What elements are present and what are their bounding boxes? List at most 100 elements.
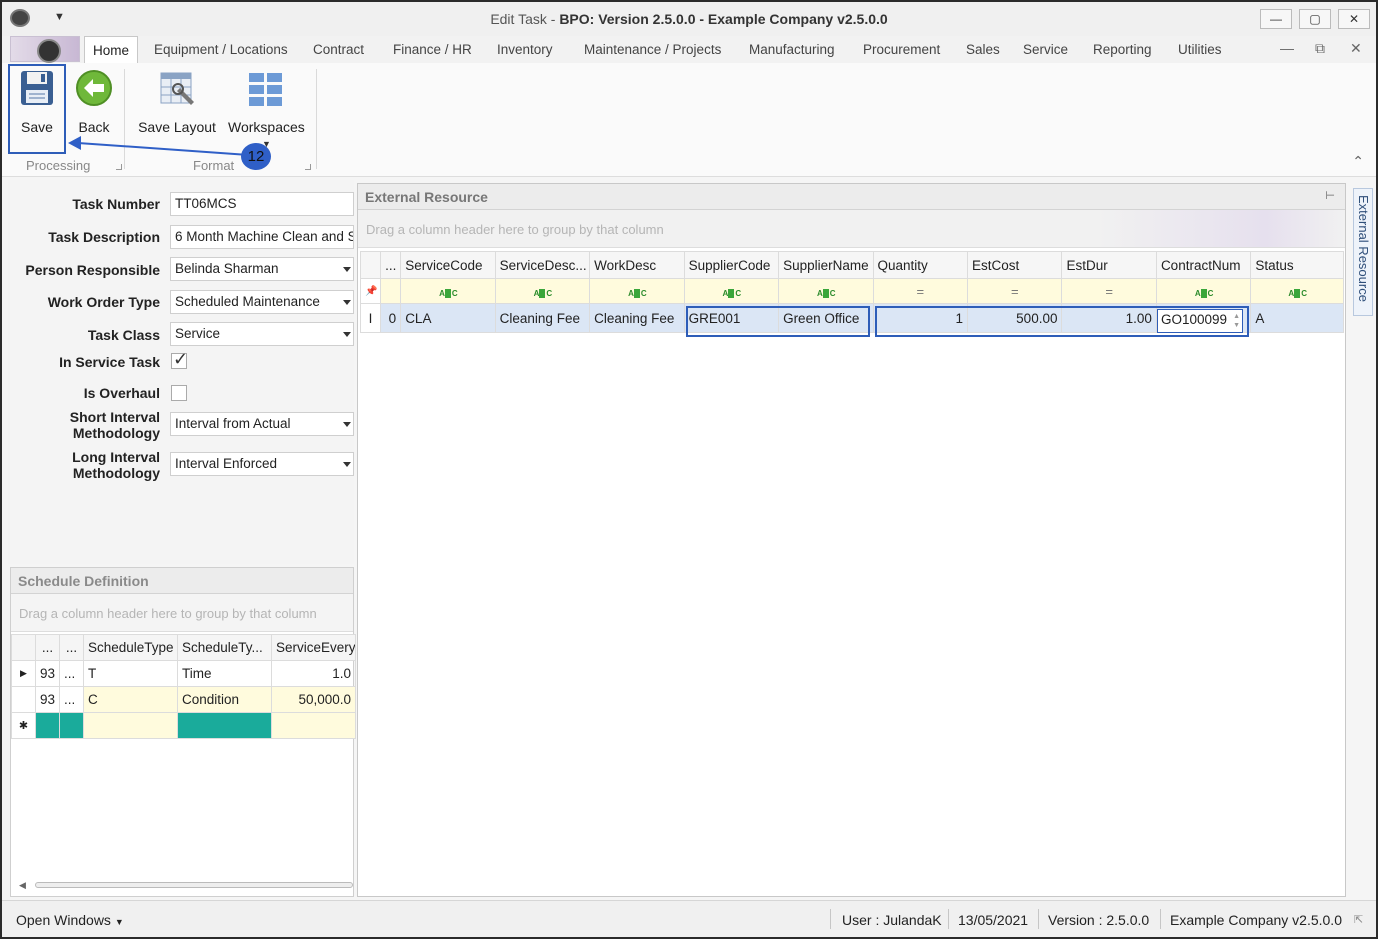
- table-cell[interactable]: Time: [177, 660, 272, 687]
- table-cell[interactable]: Green Office: [778, 303, 874, 333]
- table-cell[interactable]: Cleaning Fee: [589, 303, 685, 333]
- in-service-task-checkbox[interactable]: [171, 349, 188, 370]
- scroll-left-icon[interactable]: ◀: [19, 880, 26, 891]
- table-cell[interactable]: ...: [59, 660, 84, 687]
- table-cell[interactable]: 1.0: [271, 660, 356, 687]
- tab-utilities[interactable]: Utilities: [1178, 42, 1222, 57]
- format-group-launcher-icon[interactable]: [305, 164, 311, 170]
- table-cell[interactable]: [35, 712, 60, 739]
- application-menu-button[interactable]: [10, 36, 80, 63]
- column-header[interactable]: ...: [380, 251, 402, 279]
- mdi-close-icon[interactable]: ✕: [1350, 40, 1362, 57]
- chevron-down-icon[interactable]: [343, 422, 351, 427]
- workspaces-button[interactable]: Workspaces ▼: [228, 67, 305, 153]
- close-button[interactable]: ✕: [1338, 9, 1370, 29]
- column-header[interactable]: ...: [35, 634, 60, 661]
- spin-buttons-icon[interactable]: ▲ ▼: [1233, 312, 1240, 330]
- chevron-down-icon[interactable]: [343, 462, 351, 467]
- column-header-quantity[interactable]: Quantity: [872, 251, 969, 279]
- maximize-button[interactable]: ▢: [1299, 9, 1331, 29]
- table-cell[interactable]: [83, 712, 178, 739]
- column-header-estdur[interactable]: EstDur: [1061, 251, 1157, 279]
- chevron-down-icon[interactable]: [343, 332, 351, 337]
- task-number-field[interactable]: TT06MCS: [170, 192, 354, 216]
- collapse-ribbon-icon[interactable]: ⌃: [1352, 153, 1364, 170]
- pin-icon[interactable]: ⊢: [1325, 189, 1335, 202]
- resize-grip-icon[interactable]: ⇱: [1354, 913, 1363, 926]
- tab-equipment-locations[interactable]: Equipment / Locations: [154, 42, 288, 57]
- filter-cell[interactable]: AC: [589, 278, 685, 304]
- short-interval-select[interactable]: Interval from Actual: [170, 412, 354, 436]
- column-header-scheduletype-desc[interactable]: ScheduleTy...: [177, 634, 272, 661]
- table-cell[interactable]: Condition: [177, 686, 272, 713]
- is-overhaul-checkbox[interactable]: [171, 385, 187, 401]
- column-header-serviceevery[interactable]: ServiceEvery: [271, 634, 356, 661]
- column-header-workdesc[interactable]: WorkDesc: [589, 251, 685, 279]
- column-header-suppliercode[interactable]: SupplierCode: [683, 251, 780, 279]
- chevron-down-icon[interactable]: [343, 267, 351, 272]
- column-header-servicecode[interactable]: ServiceCode: [400, 251, 496, 279]
- work-order-type-select[interactable]: Scheduled Maintenance: [170, 290, 354, 314]
- filter-cell[interactable]: =: [872, 278, 969, 304]
- external-group-by-area[interactable]: Drag a column header here to group by th…: [358, 210, 1345, 248]
- mdi-restore-icon[interactable]: ⧉: [1315, 40, 1325, 57]
- table-cell[interactable]: 500.00: [966, 303, 1063, 333]
- tab-reporting[interactable]: Reporting: [1093, 42, 1152, 57]
- column-header-status[interactable]: Status: [1250, 251, 1344, 279]
- tab-maintenance-projects[interactable]: Maintenance / Projects: [584, 42, 721, 57]
- table-cell[interactable]: 1: [872, 303, 969, 333]
- tab-home[interactable]: Home: [84, 36, 139, 64]
- new-row[interactable]: ✱: [11, 712, 356, 739]
- column-header-suppliername[interactable]: SupplierName: [778, 251, 874, 279]
- table-cell[interactable]: T: [83, 660, 178, 687]
- long-interval-select[interactable]: Interval Enforced: [170, 452, 354, 476]
- task-class-select[interactable]: Service: [170, 322, 354, 346]
- tab-contract[interactable]: Contract: [313, 42, 364, 57]
- chevron-down-icon[interactable]: [343, 300, 351, 305]
- column-header-scheduletype[interactable]: ScheduleType: [83, 634, 178, 661]
- table-cell[interactable]: 50,000.0: [271, 686, 356, 713]
- table-cell[interactable]: 93: [35, 660, 60, 687]
- processing-group-launcher-icon[interactable]: [116, 164, 122, 170]
- filter-cell[interactable]: =: [1061, 278, 1157, 304]
- filter-cell[interactable]: =: [966, 278, 1063, 304]
- table-cell[interactable]: A: [1250, 303, 1344, 333]
- table-cell[interactable]: ...: [59, 686, 84, 713]
- minimize-button[interactable]: —: [1260, 9, 1292, 29]
- horizontal-scrollbar[interactable]: [35, 882, 353, 888]
- table-cell[interactable]: GRE001: [683, 303, 780, 333]
- table-row[interactable]: 93 ... C Condition 50,000.0: [11, 686, 356, 713]
- tab-sales[interactable]: Sales: [966, 42, 1000, 57]
- person-responsible-select[interactable]: Belinda Sharman: [170, 257, 354, 281]
- filter-cell[interactable]: AC: [494, 278, 591, 304]
- column-header-servicedesc[interactable]: ServiceDesc...: [494, 251, 591, 279]
- table-cell[interactable]: Cleaning Fee: [494, 303, 591, 333]
- table-cell[interactable]: CLA: [400, 303, 496, 333]
- tab-procurement[interactable]: Procurement: [863, 42, 940, 57]
- external-resource-side-tab[interactable]: External Resource: [1353, 188, 1373, 316]
- table-cell[interactable]: 0: [380, 303, 402, 333]
- task-description-field[interactable]: 6 Month Machine Clean and Se: [170, 225, 354, 249]
- table-row[interactable]: ▶ 93 ... T Time 1.0: [11, 660, 356, 687]
- filter-cell[interactable]: AC: [778, 278, 874, 304]
- mdi-minimize-icon[interactable]: —: [1280, 40, 1294, 56]
- table-cell[interactable]: [177, 712, 272, 739]
- tab-finance-hr[interactable]: Finance / HR: [393, 42, 472, 57]
- filter-cell[interactable]: AC: [683, 278, 780, 304]
- filter-cell[interactable]: AC: [1250, 278, 1344, 304]
- contract-num-editor[interactable]: GO100099 ▲ ▼: [1157, 309, 1243, 333]
- column-header-estcost[interactable]: EstCost: [966, 251, 1063, 279]
- table-cell[interactable]: [271, 712, 356, 739]
- schedule-group-by-area[interactable]: Drag a column header here to group by th…: [11, 594, 353, 632]
- tab-service[interactable]: Service: [1023, 42, 1068, 57]
- tab-inventory[interactable]: Inventory: [497, 42, 553, 57]
- table-cell[interactable]: [59, 712, 84, 739]
- table-cell[interactable]: 93: [35, 686, 60, 713]
- column-header-contractnum[interactable]: ContractNum: [1155, 251, 1252, 279]
- table-cell[interactable]: 1.00: [1061, 303, 1157, 333]
- open-windows-button[interactable]: Open Windows ▼: [16, 912, 124, 928]
- filter-cell[interactable]: AC: [400, 278, 496, 304]
- filter-cell[interactable]: [380, 278, 402, 304]
- tab-manufacturing[interactable]: Manufacturing: [749, 42, 835, 57]
- table-cell[interactable]: C: [83, 686, 178, 713]
